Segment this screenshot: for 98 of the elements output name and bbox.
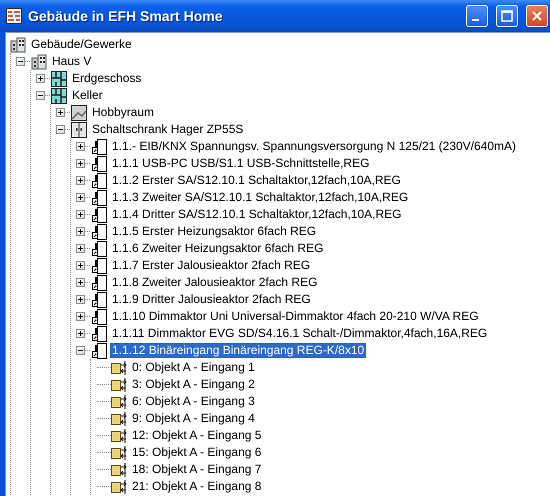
tree-item[interactable]: Keller bbox=[70, 88, 105, 103]
device-icon bbox=[91, 156, 107, 172]
device-icon bbox=[91, 292, 107, 308]
maximize-button[interactable] bbox=[496, 5, 518, 27]
device-icon bbox=[91, 190, 107, 206]
tree-item[interactable]: 1.1.12 Binäreingang Binäreingang REG-K/8x10 bbox=[110, 343, 366, 358]
expand-toggle[interactable] bbox=[76, 312, 85, 321]
tree-item[interactable]: 0: Objekt A - Eingang 1 bbox=[130, 360, 257, 375]
expand-toggle[interactable] bbox=[56, 108, 65, 117]
plus-icon bbox=[77, 279, 84, 286]
plus-icon bbox=[77, 177, 84, 184]
device-icon bbox=[91, 172, 107, 188]
minus-icon bbox=[57, 126, 64, 133]
device-icon bbox=[91, 342, 107, 358]
device-icon bbox=[91, 258, 107, 274]
expand-toggle[interactable] bbox=[76, 193, 85, 202]
plus-icon bbox=[77, 194, 84, 201]
expand-toggle[interactable] bbox=[76, 329, 85, 338]
minus-icon bbox=[17, 58, 24, 65]
tree-item[interactable]: 1.1.7 Erster Jalousieaktor 2fach REG bbox=[110, 258, 312, 273]
expand-toggle[interactable] bbox=[36, 74, 45, 83]
expand-toggle[interactable] bbox=[76, 142, 85, 151]
tree-item[interactable]: 1.1.6 Zweiter Heizungsaktor 6fach REG bbox=[110, 241, 326, 256]
expand-toggle[interactable] bbox=[76, 261, 85, 270]
object-icon bbox=[111, 376, 127, 392]
expand-toggle[interactable] bbox=[76, 210, 85, 219]
close-button[interactable] bbox=[526, 5, 548, 27]
expand-toggle[interactable] bbox=[76, 176, 85, 185]
tree-item[interactable]: 1.1.2 Erster SA/S12.10.1 Schaltaktor,12fach,10A,REG bbox=[110, 173, 403, 188]
tree-item[interactable]: 21: Objekt A - Eingang 8 bbox=[130, 479, 264, 494]
collapse-toggle[interactable] bbox=[76, 346, 85, 355]
tree-item[interactable]: Haus V bbox=[50, 54, 94, 69]
tree-item[interactable]: 18: Objekt A - Eingang 7 bbox=[130, 462, 264, 477]
plus-icon bbox=[77, 296, 84, 303]
tree-item[interactable]: Gebäude/Gewerke bbox=[29, 37, 134, 52]
tree-item[interactable]: 15: Objekt A - Eingang 6 bbox=[130, 445, 264, 460]
device-icon bbox=[91, 206, 107, 222]
device-icon bbox=[91, 138, 107, 154]
device-icon bbox=[91, 274, 107, 290]
expand-toggle[interactable] bbox=[76, 244, 85, 253]
window-title: Gebäude in EFH Smart Home bbox=[28, 8, 224, 24]
device-icon bbox=[91, 326, 107, 342]
tree-item[interactable]: 1.1.1 USB-PC USB/S1.1 USB-Schnittstelle,REG bbox=[110, 156, 372, 171]
object-icon bbox=[111, 410, 127, 426]
expand-toggle[interactable] bbox=[76, 159, 85, 168]
collapse-toggle[interactable] bbox=[36, 91, 45, 100]
plus-icon bbox=[77, 143, 84, 150]
minus-icon bbox=[37, 92, 44, 99]
collapse-toggle[interactable] bbox=[56, 125, 65, 134]
plus-icon bbox=[77, 211, 84, 218]
object-icon bbox=[111, 428, 127, 444]
object-icon bbox=[111, 478, 127, 494]
plus-icon bbox=[77, 313, 84, 320]
floor-plan-icon bbox=[51, 70, 67, 86]
tree-item[interactable]: 1.1.5 Erster Heizungsaktor 6fach REG bbox=[110, 224, 318, 239]
tree-item[interactable]: 12: Objekt A - Eingang 5 bbox=[130, 428, 264, 443]
tree-item[interactable]: Hobbyraum bbox=[90, 105, 156, 120]
minimize-button[interactable] bbox=[466, 5, 488, 27]
object-icon bbox=[111, 444, 127, 460]
tree-item[interactable]: 1.1.3 Zweiter SA/S12.10.1 Schaltaktor,12fach,10A,REG bbox=[110, 190, 410, 205]
tree-item[interactable]: 1.1.- EIB/KNX Spannungsv. Spannungsversorgung N 125/21 (230V/640mA) bbox=[110, 139, 518, 154]
object-icon bbox=[111, 394, 127, 410]
plus-icon bbox=[37, 75, 44, 82]
minus-icon bbox=[77, 347, 84, 354]
tree-item[interactable]: 1.1.10 Dimmaktor Uni Universal-Dimmaktor 4fach 20-210 W/VA REG bbox=[110, 309, 481, 324]
maximize-icon bbox=[501, 10, 513, 22]
building-icon bbox=[31, 54, 47, 70]
object-icon bbox=[111, 462, 127, 478]
expand-toggle[interactable] bbox=[76, 278, 85, 287]
tree-item[interactable]: 1.1.4 Dritter SA/S12.10.1 Schaltaktor,12fach,10A,REG bbox=[110, 207, 404, 222]
device-icon bbox=[91, 240, 107, 256]
tree-item[interactable]: 9: Objekt A - Eingang 4 bbox=[130, 411, 257, 426]
plus-icon bbox=[77, 330, 84, 337]
tree-item[interactable]: 6: Objekt A - Eingang 3 bbox=[130, 394, 257, 409]
collapse-toggle[interactable] bbox=[16, 57, 25, 66]
plus-icon bbox=[77, 245, 84, 252]
floor-plan-icon bbox=[51, 88, 67, 104]
app-icon bbox=[6, 8, 22, 24]
device-icon bbox=[91, 308, 107, 324]
minimize-icon bbox=[472, 19, 479, 21]
expand-toggle[interactable] bbox=[76, 295, 85, 304]
device-icon bbox=[91, 224, 107, 240]
plus-icon bbox=[77, 262, 84, 269]
building-icon bbox=[10, 36, 26, 52]
plus-icon bbox=[77, 160, 84, 167]
expand-toggle[interactable] bbox=[76, 227, 85, 236]
plus-icon bbox=[57, 109, 64, 116]
tree-item[interactable]: Schaltschrank Hager ZP55S bbox=[90, 122, 246, 137]
cabinet-icon bbox=[71, 122, 87, 138]
close-icon bbox=[531, 10, 543, 22]
plus-icon bbox=[77, 228, 84, 235]
tree-item[interactable]: 1.1.8 Zweiter Jalousieaktor 2fach REG bbox=[110, 275, 320, 290]
tree-item[interactable]: 1.1.11 Dimmaktor EVG SD/S4.16.1 Schalt-/Dimmaktor,4fach,16A,REG bbox=[110, 326, 490, 341]
tree-item[interactable]: 3: Objekt A - Eingang 2 bbox=[130, 377, 257, 392]
object-icon bbox=[111, 360, 127, 376]
room-icon bbox=[71, 104, 87, 120]
tree-item[interactable]: 1.1.9 Dritter Jalousieaktor 2fach REG bbox=[110, 292, 313, 307]
tree-item[interactable]: Erdgeschoss bbox=[70, 71, 144, 86]
